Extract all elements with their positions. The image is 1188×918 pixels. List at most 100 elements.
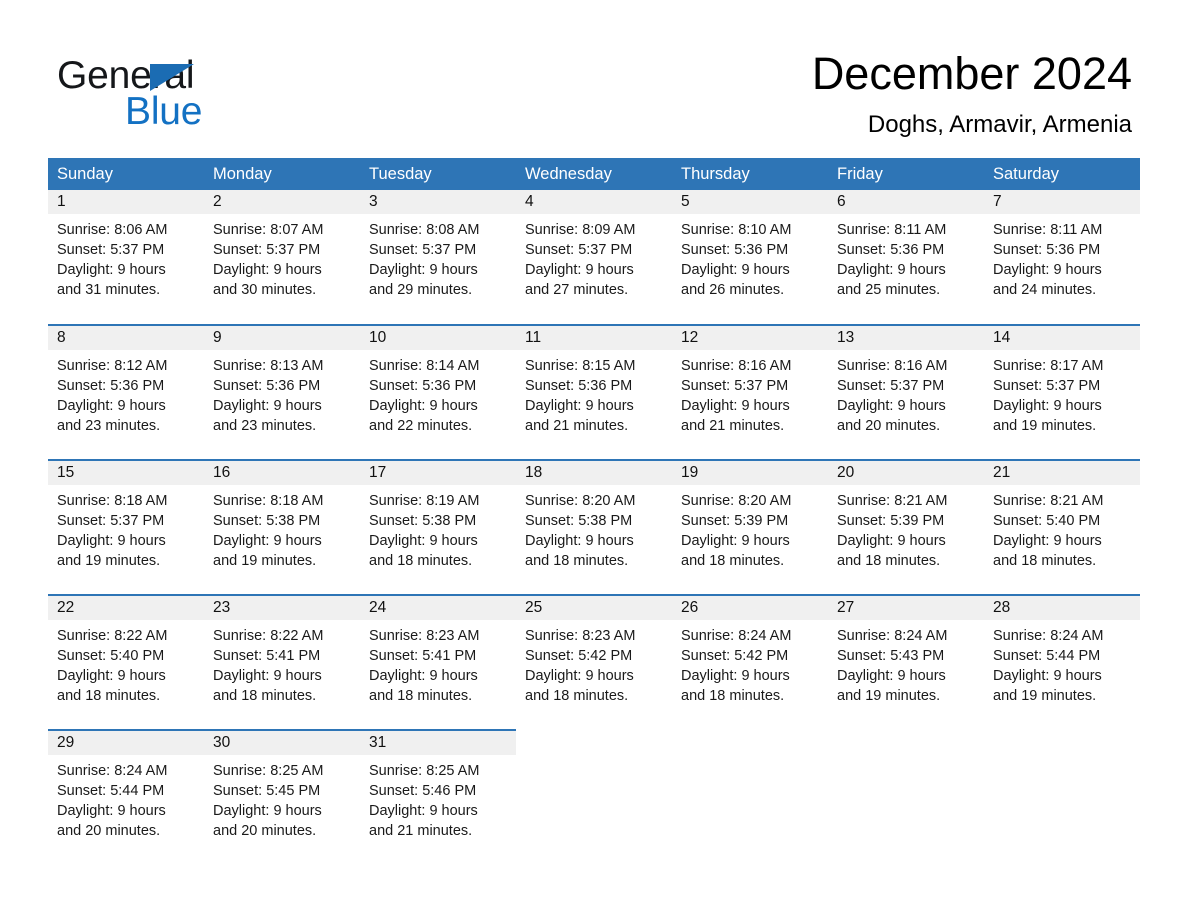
daylight-text-line1: Daylight: 9 hours — [525, 262, 634, 278]
daylight-text-line2: and 23 minutes. — [57, 418, 161, 434]
day-cell[interactable]: 18 Sunrise: 8:20 AM Sunset: 5:38 PM Dayl… — [516, 459, 672, 595]
daylight-text-line2: and 24 minutes. — [993, 282, 1097, 298]
sunset-text: Sunset: 5:37 PM — [525, 242, 633, 258]
daylight-text-line2: and 18 minutes. — [525, 688, 629, 704]
daylight-text-line2: and 30 minutes. — [213, 282, 317, 298]
daylight-text-line2: and 20 minutes. — [57, 823, 161, 839]
day-details: Sunrise: 8:11 AM Sunset: 5:36 PM Dayligh… — [984, 214, 1140, 300]
day-number: 26 — [672, 596, 828, 620]
sunset-text: Sunset: 5:41 PM — [369, 648, 477, 664]
sunrise-text: Sunrise: 8:18 AM — [57, 493, 168, 509]
day-cell[interactable]: 5 Sunrise: 8:10 AM Sunset: 5:36 PM Dayli… — [672, 190, 828, 325]
day-number: 2 — [204, 190, 360, 214]
day-number: 13 — [828, 326, 984, 350]
title-block: December 2024 Doghs, Armavir, Armenia — [812, 46, 1132, 140]
sunset-text: Sunset: 5:36 PM — [525, 378, 633, 394]
daylight-text-line1: Daylight: 9 hours — [57, 398, 166, 414]
day-number — [672, 731, 828, 755]
sunset-text: Sunset: 5:45 PM — [213, 783, 321, 799]
sunrise-text: Sunrise: 8:07 AM — [213, 222, 324, 238]
day-cell[interactable]: 10 Sunrise: 8:14 AM Sunset: 5:36 PM Dayl… — [360, 324, 516, 460]
weekday-header-friday: Friday — [828, 158, 984, 190]
daylight-text-line2: and 21 minutes. — [525, 418, 629, 434]
day-cell[interactable]: 28 Sunrise: 8:24 AM Sunset: 5:44 PM Dayl… — [984, 594, 1140, 730]
sunrise-text: Sunrise: 8:22 AM — [57, 628, 168, 644]
sunrise-text: Sunrise: 8:22 AM — [213, 628, 324, 644]
day-cell[interactable]: 15 Sunrise: 8:18 AM Sunset: 5:37 PM Dayl… — [48, 459, 204, 595]
sunrise-text: Sunrise: 8:20 AM — [681, 493, 792, 509]
day-cell[interactable]: 21 Sunrise: 8:21 AM Sunset: 5:40 PM Dayl… — [984, 459, 1140, 595]
day-cell-empty — [516, 729, 672, 865]
day-details: Sunrise: 8:22 AM Sunset: 5:40 PM Dayligh… — [48, 620, 204, 706]
day-details: Sunrise: 8:19 AM Sunset: 5:38 PM Dayligh… — [360, 485, 516, 571]
day-details: Sunrise: 8:18 AM Sunset: 5:38 PM Dayligh… — [204, 485, 360, 571]
day-details: Sunrise: 8:23 AM Sunset: 5:41 PM Dayligh… — [360, 620, 516, 706]
day-cell[interactable]: 16 Sunrise: 8:18 AM Sunset: 5:38 PM Dayl… — [204, 459, 360, 595]
day-number: 1 — [48, 190, 204, 214]
daylight-text-line1: Daylight: 9 hours — [993, 262, 1102, 278]
sunset-text: Sunset: 5:37 PM — [993, 378, 1101, 394]
sunrise-text: Sunrise: 8:10 AM — [681, 222, 792, 238]
day-number — [984, 731, 1140, 755]
day-details: Sunrise: 8:10 AM Sunset: 5:36 PM Dayligh… — [672, 214, 828, 300]
day-cell[interactable]: 1 Sunrise: 8:06 AM Sunset: 5:37 PM Dayli… — [48, 190, 204, 325]
day-cell[interactable]: 30 Sunrise: 8:25 AM Sunset: 5:45 PM Dayl… — [204, 729, 360, 865]
daylight-text-line1: Daylight: 9 hours — [57, 533, 166, 549]
sunset-text: Sunset: 5:39 PM — [681, 513, 789, 529]
day-cell[interactable]: 12 Sunrise: 8:16 AM Sunset: 5:37 PM Dayl… — [672, 324, 828, 460]
day-cell[interactable]: 14 Sunrise: 8:17 AM Sunset: 5:37 PM Dayl… — [984, 324, 1140, 460]
sunset-text: Sunset: 5:38 PM — [525, 513, 633, 529]
day-cell[interactable]: 20 Sunrise: 8:21 AM Sunset: 5:39 PM Dayl… — [828, 459, 984, 595]
day-cell[interactable]: 29 Sunrise: 8:24 AM Sunset: 5:44 PM Dayl… — [48, 729, 204, 865]
daylight-text-line2: and 19 minutes. — [213, 553, 317, 569]
day-cell[interactable]: 8 Sunrise: 8:12 AM Sunset: 5:36 PM Dayli… — [48, 324, 204, 460]
day-details: Sunrise: 8:14 AM Sunset: 5:36 PM Dayligh… — [360, 350, 516, 436]
sunrise-text: Sunrise: 8:21 AM — [837, 493, 948, 509]
sunrise-text: Sunrise: 8:23 AM — [525, 628, 636, 644]
general-blue-logo[interactable]: General Blue — [57, 53, 387, 133]
sunset-text: Sunset: 5:40 PM — [57, 648, 165, 664]
week-row: 8 Sunrise: 8:12 AM Sunset: 5:36 PM Dayli… — [48, 324, 1140, 460]
day-number: 20 — [828, 461, 984, 485]
daylight-text-line1: Daylight: 9 hours — [837, 668, 946, 684]
day-cell[interactable]: 24 Sunrise: 8:23 AM Sunset: 5:41 PM Dayl… — [360, 594, 516, 730]
daylight-text-line2: and 18 minutes. — [993, 553, 1097, 569]
daylight-text-line1: Daylight: 9 hours — [369, 668, 478, 684]
daylight-text-line1: Daylight: 9 hours — [213, 533, 322, 549]
day-cell[interactable]: 27 Sunrise: 8:24 AM Sunset: 5:43 PM Dayl… — [828, 594, 984, 730]
day-cell[interactable]: 6 Sunrise: 8:11 AM Sunset: 5:36 PM Dayli… — [828, 190, 984, 325]
daylight-text-line2: and 23 minutes. — [213, 418, 317, 434]
day-cell[interactable]: 13 Sunrise: 8:16 AM Sunset: 5:37 PM Dayl… — [828, 324, 984, 460]
daylight-text-line2: and 18 minutes. — [213, 688, 317, 704]
calendar-page: General Blue December 2024 Doghs, Armavi… — [0, 0, 1188, 918]
day-cell[interactable]: 4 Sunrise: 8:09 AM Sunset: 5:37 PM Dayli… — [516, 190, 672, 325]
day-cell[interactable]: 3 Sunrise: 8:08 AM Sunset: 5:37 PM Dayli… — [360, 190, 516, 325]
weekday-header-tuesday: Tuesday — [360, 158, 516, 190]
daylight-text-line2: and 18 minutes. — [525, 553, 629, 569]
daylight-text-line1: Daylight: 9 hours — [993, 398, 1102, 414]
day-details: Sunrise: 8:24 AM Sunset: 5:43 PM Dayligh… — [828, 620, 984, 706]
daylight-text-line1: Daylight: 9 hours — [369, 803, 478, 819]
day-cell[interactable]: 9 Sunrise: 8:13 AM Sunset: 5:36 PM Dayli… — [204, 324, 360, 460]
daylight-text-line2: and 18 minutes. — [369, 688, 473, 704]
daylight-text-line2: and 19 minutes. — [837, 688, 941, 704]
day-number: 24 — [360, 596, 516, 620]
day-cell[interactable]: 17 Sunrise: 8:19 AM Sunset: 5:38 PM Dayl… — [360, 459, 516, 595]
day-cell[interactable]: 23 Sunrise: 8:22 AM Sunset: 5:41 PM Dayl… — [204, 594, 360, 730]
day-cell[interactable]: 26 Sunrise: 8:24 AM Sunset: 5:42 PM Dayl… — [672, 594, 828, 730]
day-cell[interactable]: 25 Sunrise: 8:23 AM Sunset: 5:42 PM Dayl… — [516, 594, 672, 730]
day-cell-empty — [984, 729, 1140, 865]
weekday-header-wednesday: Wednesday — [516, 158, 672, 190]
day-cell[interactable]: 19 Sunrise: 8:20 AM Sunset: 5:39 PM Dayl… — [672, 459, 828, 595]
weekday-header-row: Sunday Monday Tuesday Wednesday Thursday… — [48, 158, 1140, 190]
day-cell[interactable]: 22 Sunrise: 8:22 AM Sunset: 5:40 PM Dayl… — [48, 594, 204, 730]
daylight-text-line1: Daylight: 9 hours — [993, 668, 1102, 684]
day-cell[interactable]: 11 Sunrise: 8:15 AM Sunset: 5:36 PM Dayl… — [516, 324, 672, 460]
day-number: 15 — [48, 461, 204, 485]
day-cell[interactable]: 2 Sunrise: 8:07 AM Sunset: 5:37 PM Dayli… — [204, 190, 360, 325]
day-cell[interactable]: 31 Sunrise: 8:25 AM Sunset: 5:46 PM Dayl… — [360, 729, 516, 865]
daylight-text-line1: Daylight: 9 hours — [525, 668, 634, 684]
daylight-text-line1: Daylight: 9 hours — [369, 262, 478, 278]
day-cell[interactable]: 7 Sunrise: 8:11 AM Sunset: 5:36 PM Dayli… — [984, 190, 1140, 325]
sunrise-text: Sunrise: 8:25 AM — [213, 763, 324, 779]
